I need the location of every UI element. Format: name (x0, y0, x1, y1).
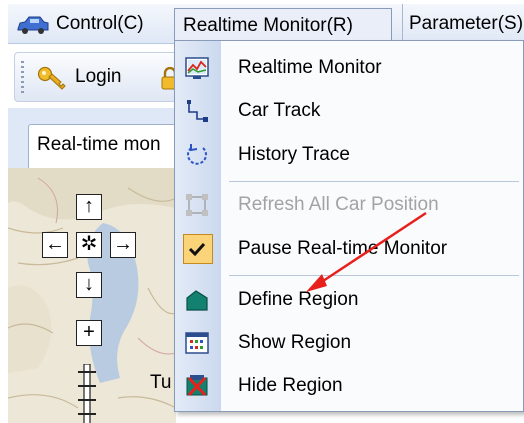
car-icon (17, 16, 49, 34)
checkmark-icon (188, 242, 206, 257)
center-icon: ✲ (80, 233, 98, 255)
realtime-monitor-dropdown: Realtime Monitor Car Track History Trace… (174, 40, 524, 412)
arrow-left-icon: ← (45, 233, 65, 255)
zoom-in-button[interactable]: + (76, 320, 102, 346)
menu-item-hide-region[interactable]: Hide Region (175, 365, 523, 407)
arrow-down-icon: ↓ (84, 273, 94, 295)
menu-item-show-region[interactable]: Show Region (175, 322, 523, 364)
hide-region-icon (186, 375, 208, 397)
menu-separator (229, 181, 519, 182)
pan-up-button[interactable]: ↑ (76, 194, 102, 220)
toolbar-grip-handle[interactable] (21, 61, 24, 95)
region-shape-icon (186, 290, 208, 311)
zoom-slider[interactable] (78, 364, 96, 423)
menu-control-label: Control(C) (56, 13, 144, 34)
pan-left-button[interactable]: ← (42, 232, 68, 258)
menu-item-label: Define Region (238, 289, 359, 310)
pan-down-button[interactable]: ↓ (76, 272, 102, 298)
map-view[interactable]: ↑ ← ✲ → ↓ + Tu (8, 168, 176, 423)
show-region-icon (185, 332, 209, 354)
pan-center-button[interactable]: ✲ (76, 232, 102, 258)
pan-right-button[interactable]: → (110, 232, 136, 258)
menu-item-refresh-all-car-position: Refresh All Car Position (175, 184, 523, 226)
menu-item-label: Hide Region (238, 375, 343, 396)
menu-item-label: Show Region (238, 332, 352, 353)
menu-realtime-monitor-label: Realtime Monitor(R) (183, 15, 353, 36)
toolbar: Login (14, 52, 184, 102)
menu-item-realtime-monitor[interactable]: Realtime Monitor (175, 47, 523, 89)
login-label: Login (75, 66, 122, 87)
menu-item-label: Realtime Monitor (238, 57, 382, 78)
menu-bar: Control(C) Realtime Monitor(R) Parameter… (8, 4, 524, 44)
tab-strip: Real-time mon (8, 108, 188, 168)
tab-realtime-monitor[interactable]: Real-time mon (28, 124, 188, 168)
tab-label: Real-time mon (37, 134, 161, 155)
arrow-right-icon: → (113, 233, 133, 255)
menu-item-label: History Trace (238, 144, 350, 165)
menu-item-define-region[interactable]: Define Region (175, 279, 523, 321)
plus-icon: + (83, 321, 95, 343)
menu-parameter-label: Parameter(S) (409, 13, 524, 34)
menu-item-car-track[interactable]: Car Track (175, 90, 523, 132)
menu-item-label: Pause Real-time Monitor (238, 238, 448, 259)
menu-item-label: Refresh All Car Position (238, 194, 439, 215)
circular-arrow-icon (187, 144, 207, 165)
key-icon (37, 66, 66, 90)
menu-item-label: Car Track (238, 100, 321, 121)
arrow-up-icon: ↑ (84, 195, 94, 217)
menu-separator (229, 275, 519, 276)
menu-parameter[interactable]: Parameter(S) (402, 4, 523, 44)
menu-item-history-trace[interactable]: History Trace (175, 134, 523, 176)
map-place-label: Tu (150, 372, 172, 393)
refresh-grid-icon (186, 194, 208, 216)
monitor-chart-icon (185, 57, 209, 79)
menu-realtime-monitor[interactable]: Realtime Monitor(R) (174, 8, 392, 44)
menu-item-pause-realtime-monitor[interactable]: Pause Real-time Monitor (175, 228, 523, 270)
track-path-icon (187, 100, 208, 122)
